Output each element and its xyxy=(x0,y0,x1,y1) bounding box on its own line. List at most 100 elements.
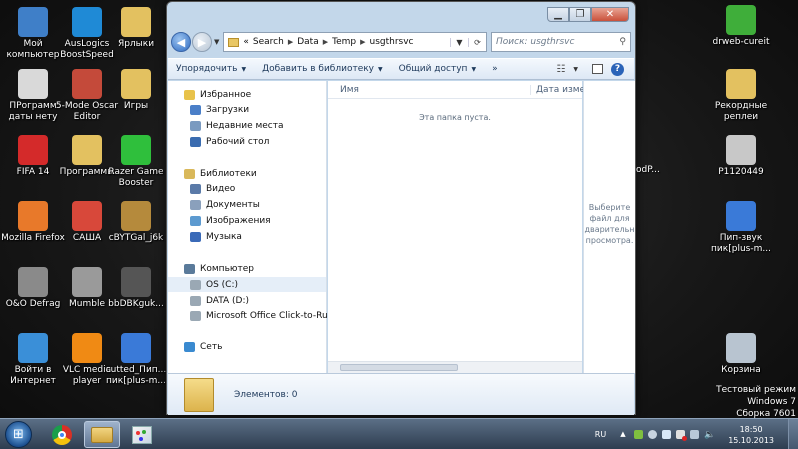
start-button[interactable]: ⊞ xyxy=(5,421,32,448)
breadcrumb-separator-icon[interactable]: ▶ xyxy=(288,38,293,46)
more-commands-button[interactable]: » xyxy=(484,64,506,74)
breadcrumb-usgthrsvc[interactable]: usgthrsvc xyxy=(370,37,414,47)
folder-icon xyxy=(726,69,756,99)
nav-item[interactable]: Недавние места xyxy=(168,118,326,133)
organize-button[interactable]: Упорядочить ▼ xyxy=(168,64,254,74)
nav-item[interactable]: OS (C:) xyxy=(168,277,326,292)
recent-places-icon xyxy=(190,120,201,131)
paint-icon xyxy=(132,425,152,444)
breadcrumb-search[interactable]: Search xyxy=(253,37,284,47)
forward-button[interactable]: ▶ xyxy=(192,32,212,52)
nav-item[interactable]: Музыка xyxy=(168,229,326,244)
column-name[interactable]: Имя xyxy=(340,85,359,95)
clock[interactable]: 18:50 15.10.2013 xyxy=(728,424,774,446)
view-options-icon[interactable]: ☷ xyxy=(556,64,565,75)
nav-item[interactable]: DATA (D:) xyxy=(168,293,326,308)
firefox-icon xyxy=(18,201,48,231)
show-desktop-button[interactable] xyxy=(788,419,798,449)
share-button[interactable]: Общий доступ ▼ xyxy=(391,64,484,74)
desktop-icon[interactable]: Рекордные реплеи xyxy=(708,69,774,123)
downloads-icon xyxy=(190,104,201,115)
file-list: Имя Дата измене Эта папка пуста. xyxy=(328,81,597,373)
address-chevron[interactable]: « xyxy=(243,37,249,47)
desktop-icon[interactable]: bbDBKguk... xyxy=(103,267,169,310)
chevron-down-icon: ▼ xyxy=(378,65,383,73)
clock-time: 18:50 xyxy=(739,424,763,434)
windows-logo-icon: ⊞ xyxy=(13,427,24,442)
nav-item[interactable]: Сеть xyxy=(168,339,326,354)
breadcrumb-separator-icon[interactable]: ▶ xyxy=(360,38,365,46)
tray-app-icon[interactable] xyxy=(634,430,644,439)
desktop-icon-label: drweb-cureit xyxy=(712,37,770,47)
search-input[interactable]: Поиск: usgthrsvc ⚲ xyxy=(491,32,631,52)
search-icon[interactable]: ⚲ xyxy=(619,37,626,47)
partial-icon-label: odP... xyxy=(636,165,660,175)
scrollbar-thumb[interactable] xyxy=(340,364,458,371)
add-to-library-button[interactable]: Добавить в библиотеку ▼ xyxy=(254,64,391,74)
preview-text-line: файл для xyxy=(589,214,630,223)
desktop-icon[interactable]: Пип-звук пик[plus-m... xyxy=(708,201,774,255)
nav-item[interactable]: Библиотеки xyxy=(168,166,326,181)
explorer-icon xyxy=(91,426,113,443)
system-tray: RU ▲ 🔈 18:50 15.10.2013 xyxy=(595,419,798,449)
action-center-icon[interactable] xyxy=(676,430,688,441)
nav-item[interactable]: Изображения xyxy=(168,213,326,228)
address-bar[interactable]: « Search ▶ Data ▶ Temp ▶ usgthrsvc ▼ ⟳ xyxy=(223,32,487,52)
taskbar-paint-button[interactable] xyxy=(124,421,160,448)
desktop-icon[interactable]: Ярлыки xyxy=(103,7,169,50)
pictures-icon xyxy=(190,215,201,226)
network-icon[interactable] xyxy=(690,430,700,439)
taskbar-chrome-button[interactable] xyxy=(44,421,80,448)
nav-item-label: Microsoft Office Click-to-Run 2 xyxy=(206,310,342,321)
language-indicator[interactable]: RU xyxy=(595,430,606,439)
back-button[interactable]: ◀ xyxy=(171,32,191,52)
refresh-icon[interactable]: ⟳ xyxy=(468,37,486,47)
tray-app-icon[interactable] xyxy=(662,430,672,439)
breadcrumb-temp[interactable]: Temp xyxy=(332,37,356,47)
desktop-icon[interactable]: Корзина xyxy=(708,333,774,376)
drive-icon xyxy=(190,279,201,290)
desktop-icon-label: Рекордные реплеи xyxy=(714,101,768,122)
more-label: » xyxy=(492,64,498,74)
nav-item[interactable]: Компьютер xyxy=(168,261,326,276)
nav-item[interactable]: Microsoft Office Click-to-Run 2 xyxy=(168,308,342,323)
desktop-icon[interactable]: cutted_Пип... пик[plus-m... xyxy=(103,333,169,387)
vlc-icon xyxy=(72,333,102,363)
nav-item[interactable]: Видео xyxy=(168,181,326,196)
nav-item[interactable]: Избранное xyxy=(168,87,326,102)
taskbar: ⊞ RU ▲ 🔈 18:50 15.10.2013 xyxy=(0,418,798,449)
column-headers: Имя Дата измене xyxy=(328,81,597,99)
fifa-icon xyxy=(18,135,48,165)
breadcrumb-data[interactable]: Data xyxy=(297,37,319,47)
desktop-icon-label: cBYTGal_j6k xyxy=(108,233,164,243)
close-button[interactable]: ✕ xyxy=(591,7,629,22)
address-dropdown-icon[interactable]: ▼ xyxy=(450,37,468,47)
nav-item[interactable]: Рабочий стол xyxy=(168,134,326,149)
help-icon[interactable]: ? xyxy=(611,62,624,76)
drweb-icon xyxy=(726,5,756,35)
desktop-icon[interactable]: cBYTGal_j6k xyxy=(103,201,169,244)
auslogics-icon xyxy=(72,7,102,37)
tray-app-icon[interactable] xyxy=(648,430,658,439)
nav-item-label: Компьютер xyxy=(200,263,254,274)
mumble-icon xyxy=(72,267,102,297)
recent-pages-dropdown[interactable]: ▼ xyxy=(214,38,219,46)
minimize-button[interactable]: ▁ xyxy=(547,7,569,22)
preview-pane-icon[interactable] xyxy=(592,64,603,74)
add-to-library-label: Добавить в библиотеку xyxy=(262,64,375,74)
volume-icon[interactable]: 🔈 xyxy=(704,430,715,440)
taskbar-explorer-button[interactable] xyxy=(84,421,120,448)
breadcrumb-separator-icon[interactable]: ▶ xyxy=(323,38,328,46)
maximize-button[interactable]: ❐ xyxy=(569,7,591,22)
nav-item[interactable]: Документы xyxy=(168,197,326,212)
desktop-icon-label: Razer Game Booster xyxy=(108,167,164,188)
nav-item[interactable]: Загрузки xyxy=(168,102,326,117)
show-hidden-icons-icon[interactable]: ▲ xyxy=(620,430,629,439)
media-icon xyxy=(72,201,102,231)
desktop-icon[interactable]: P1120449 xyxy=(708,135,774,178)
desktop-icon[interactable]: Razer Game Booster xyxy=(103,135,169,189)
desktop-icon[interactable]: Игры xyxy=(103,69,169,112)
view-dropdown-icon[interactable]: ▼ xyxy=(573,66,578,73)
horizontal-scrollbar[interactable] xyxy=(328,361,582,373)
desktop-icon[interactable]: drweb-cureit xyxy=(708,5,774,48)
